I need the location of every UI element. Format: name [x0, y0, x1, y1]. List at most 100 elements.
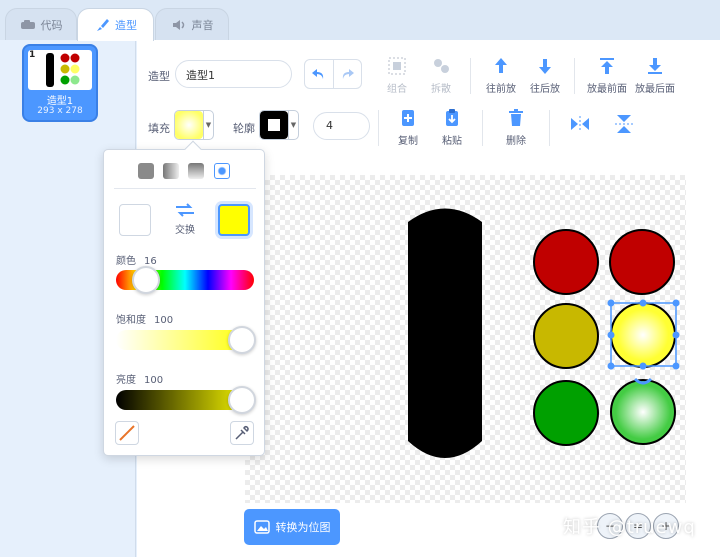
backward-icon [525, 55, 565, 77]
flip-horizontal-icon [560, 113, 600, 135]
tab-bar: 代码 造型 声音 [0, 0, 720, 41]
gradient-start-swatch[interactable] [119, 204, 151, 236]
ungroup-button[interactable]: 拆散 [421, 55, 461, 95]
back-button[interactable]: 放最后面 [633, 55, 677, 95]
outline-color-picker[interactable]: ▼ [259, 110, 299, 140]
eyedropper-icon [235, 425, 249, 440]
horizontal-gradient-icon[interactable] [163, 163, 179, 179]
costume-name: 造型1 [46, 96, 74, 107]
flip-vertical-button[interactable] [604, 113, 644, 138]
divider [482, 110, 483, 146]
tab-costumes-label: 造型 [115, 19, 137, 32]
costume-thumbnail [28, 50, 92, 90]
backward-label: 往后放 [530, 84, 560, 95]
swap-button[interactable]: 交换 [170, 202, 200, 236]
color-label: 颜色 16 [116, 256, 157, 267]
divider [574, 58, 575, 94]
costume-name-input[interactable]: 造型1 [175, 60, 292, 88]
code-icon [20, 19, 36, 31]
outline-width-input[interactable]: 4 [313, 112, 370, 140]
tab-code[interactable]: 代码 [5, 8, 77, 40]
fill-label: 填充 [148, 122, 170, 135]
fill-color-swatch [175, 111, 203, 139]
red-light-right[interactable] [609, 229, 675, 295]
redo-button[interactable] [334, 60, 362, 88]
convert-to-bitmap-label: 转换为位图 [275, 521, 331, 534]
costume-item[interactable]: 1 造型1 293 x 278 [22, 44, 98, 122]
no-fill-icon [119, 425, 135, 441]
costume-size: 293 x 278 [37, 106, 83, 116]
back-label: 放最后面 [635, 84, 675, 95]
yellow-light-right[interactable] [610, 302, 676, 368]
vertical-gradient-icon[interactable] [188, 163, 204, 179]
drawing-canvas[interactable] [245, 175, 686, 503]
flip-horizontal-button[interactable] [560, 113, 600, 138]
costume-name-label: 造型 [148, 70, 170, 83]
color-slider-knob[interactable] [132, 266, 160, 294]
brightness-slider-knob[interactable] [228, 386, 256, 414]
costume-number: 1 [29, 50, 36, 60]
gradient-end-swatch[interactable] [218, 204, 250, 236]
delete-button[interactable]: 删除 [496, 107, 536, 147]
undo-icon [311, 69, 323, 79]
forward-button[interactable]: 往前放 [481, 55, 521, 95]
delete-label: 删除 [506, 136, 526, 147]
no-fill-button[interactable] [115, 421, 139, 445]
watermark: 知乎 @truewq [563, 517, 696, 538]
saturation-slider-knob[interactable] [228, 326, 256, 354]
image-icon [253, 520, 270, 534]
eyedropper-button[interactable] [230, 421, 254, 445]
tab-sounds[interactable]: 声音 [155, 8, 229, 40]
brightness-label: 亮度 100 [116, 375, 164, 386]
swap-icon [176, 203, 194, 217]
tab-costumes[interactable]: 造型 [77, 8, 154, 41]
outline-label: 轮廓 [233, 122, 255, 135]
dropdown-arrow-icon: ▼ [288, 111, 298, 139]
undo-redo-group [304, 59, 362, 89]
tab-code-label: 代码 [40, 18, 63, 32]
front-label: 放最前面 [587, 84, 627, 95]
traffic-light-pole[interactable] [408, 208, 482, 459]
divider [470, 58, 471, 94]
ungroup-icon [421, 55, 461, 77]
copy-icon [388, 107, 428, 129]
brightness-value: 100 [144, 375, 164, 386]
divider [378, 110, 379, 146]
solid-fill-icon[interactable] [138, 163, 154, 179]
paste-label: 粘贴 [442, 136, 462, 147]
green-light-right[interactable] [610, 379, 676, 445]
redo-icon [343, 69, 355, 79]
copy-label: 复制 [398, 136, 418, 147]
outline-color-swatch [260, 111, 288, 139]
paste-icon [432, 107, 472, 129]
back-icon [633, 55, 677, 77]
speaker-icon [171, 18, 187, 32]
ungroup-label: 拆散 [431, 84, 451, 95]
group-label: 组合 [387, 84, 407, 95]
swap-label: 交换 [175, 225, 195, 236]
yellow-light-left[interactable] [533, 303, 599, 369]
paste-button[interactable]: 粘贴 [432, 107, 472, 147]
dropdown-arrow-icon: ▼ [203, 111, 213, 139]
copy-button[interactable]: 复制 [388, 107, 428, 147]
group-button[interactable]: 组合 [377, 55, 417, 95]
radial-gradient-icon[interactable] [214, 163, 230, 179]
fill-color-picker[interactable]: ▼ [174, 110, 214, 140]
red-light-left[interactable] [533, 229, 599, 295]
forward-icon [481, 55, 521, 77]
fill-color-popup: 交换 颜色 16 饱和度 100 亮度 100 [103, 140, 265, 456]
flip-vertical-icon [604, 113, 644, 135]
undo-button[interactable] [305, 60, 334, 88]
brush-icon [94, 17, 110, 33]
backward-button[interactable]: 往后放 [525, 55, 565, 95]
front-button[interactable]: 放最前面 [587, 55, 627, 95]
saturation-value: 100 [154, 315, 174, 326]
convert-to-bitmap-button[interactable]: 转换为位图 [244, 509, 340, 545]
divider [114, 188, 256, 189]
divider [549, 110, 550, 146]
green-light-left[interactable] [533, 380, 599, 446]
group-icon [377, 55, 417, 77]
saturation-label: 饱和度 100 [116, 315, 174, 326]
forward-label: 往前放 [486, 84, 516, 95]
tab-sounds-label: 声音 [191, 18, 214, 32]
